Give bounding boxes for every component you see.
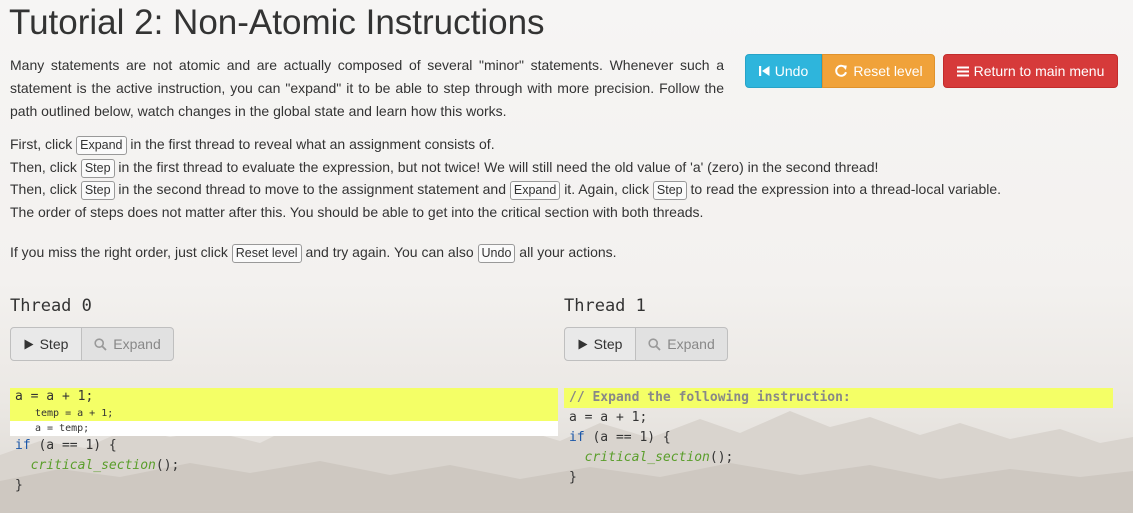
inline-reset-level-chip: Reset level [231,244,302,264]
inline-undo-chip: Undo [477,244,516,264]
code-line: } [569,470,577,485]
thread-1-code: // Expand the following instruction: a =… [564,388,1113,488]
undo-button[interactable]: Undo [745,54,822,88]
thread-1-expand-button[interactable]: Expand [636,327,728,361]
code-line: critical_section(); [30,458,180,473]
instruction-line-2: Then, click Step in the first thread to … [10,156,1120,179]
refresh-icon [835,64,848,77]
thread-0-code: a = a + 1; temp = a + 1; a = temp; if (a… [10,388,558,496]
thread-0-step-button[interactable]: Step [10,327,82,361]
skip-back-icon [758,66,770,76]
instruction-line-5: If you miss the right order, just click … [10,241,1120,264]
code-line-active: a = a + 1; [10,388,558,406]
reset-level-button[interactable]: Reset level [822,54,935,88]
intro-text: Many statements are not atomic and are a… [10,57,724,119]
inline-expand-chip: Expand [509,181,561,201]
thread-1-title: Thread 1 [564,296,646,316]
reset-level-label: Reset level [853,63,923,79]
thread-1-expand-label: Expand [667,336,715,352]
code-comment-active: // Expand the following instruction: [564,388,1113,408]
hamburger-menu-icon [956,66,969,76]
code-line: } [15,478,23,493]
inline-step-chip: Step [652,181,687,201]
play-icon [24,339,34,349]
inline-step-chip: Step [80,158,115,178]
thread-0-expand-label: Expand [113,336,161,352]
undo-label: Undo [774,63,809,79]
inline-step-chip: Step [80,181,115,201]
thread-1-step-button[interactable]: Step [564,327,636,361]
instructions: First, click Expand in the first thread … [10,133,1120,264]
thread-0-expand-button[interactable]: Expand [82,327,174,361]
play-icon [578,339,588,349]
search-icon [94,337,107,351]
search-icon [648,337,661,351]
inline-expand-chip: Expand [76,136,127,155]
return-to-main-menu-label: Return to main menu [973,63,1105,79]
code-line: critical_section(); [584,450,734,465]
instruction-line-3: Then, click Step in the second thread to… [10,178,1120,201]
page-title: Tutorial 2: Non-Atomic Instructions [9,3,545,42]
code-subline: a = temp; [10,421,558,436]
thread-0-step-label: Step [39,336,69,352]
bottom-divider [10,510,1128,511]
code-subline: temp = a + 1; [10,406,558,421]
return-to-main-menu-button[interactable]: Return to main menu [943,54,1118,88]
instruction-line-4: The order of steps does not matter after… [10,203,704,220]
code-line: if (a == 1) { [569,430,671,445]
code-line: a = a + 1; [569,410,648,425]
thread-1-step-label: Step [593,336,623,352]
thread-0-title: Thread 0 [10,296,92,316]
instruction-line-1: First, click Expand in the first thread … [10,133,1120,156]
code-line: if (a == 1) { [15,438,117,453]
